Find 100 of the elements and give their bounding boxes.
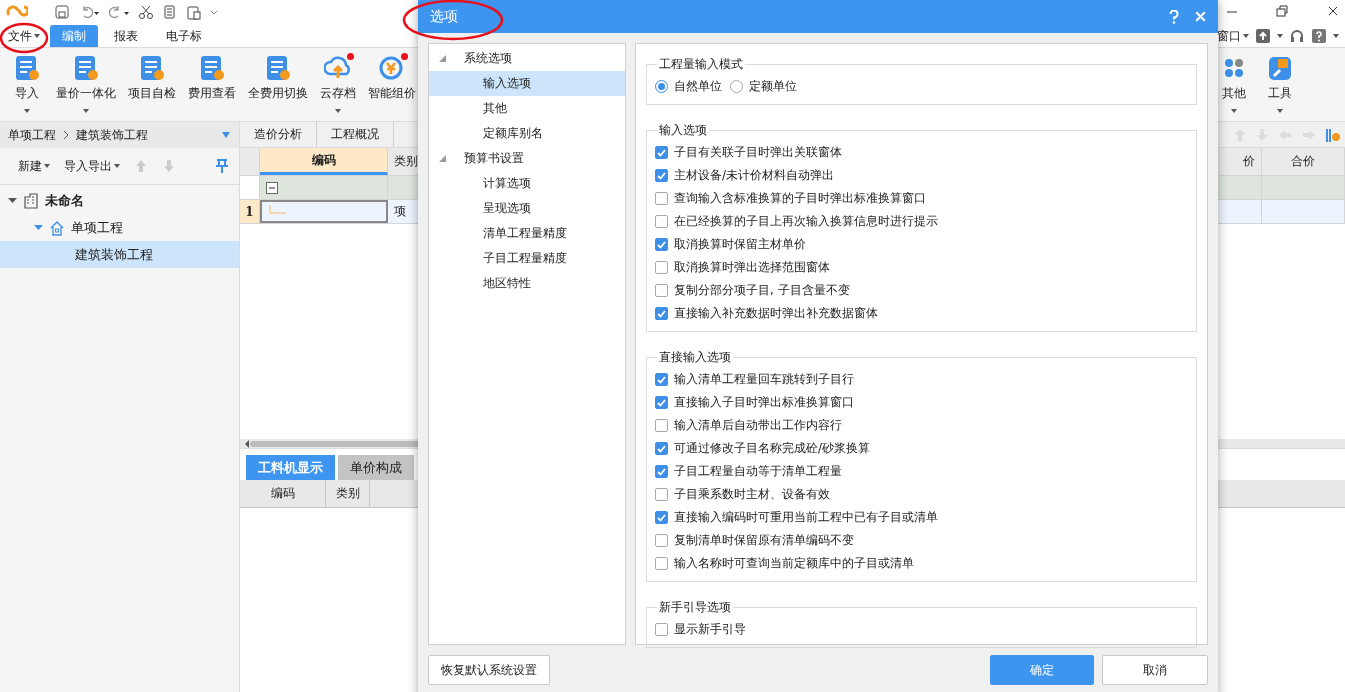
breadcrumb-item[interactable]: 建筑装饰工程 [76,126,148,144]
checkbox[interactable] [655,284,668,297]
checkbox-option[interactable]: 复制分部分项子目, 子目含量不变 [655,279,1188,302]
notification-dot [347,53,354,60]
checkbox-option[interactable]: 子目工程量自动等于清单工程量 [655,460,1188,483]
checkbox-option[interactable]: 输入清单工程量回车跳转到子目行 [655,368,1188,391]
expand-caret-icon[interactable] [8,196,17,205]
content-tab[interactable]: 造价分析 [240,122,317,147]
checkbox[interactable] [655,442,668,455]
checkbox-option[interactable]: 取消换算时保留主材单价 [655,233,1188,256]
checkbox-option[interactable]: 显示新手引导 [655,618,1188,641]
checkbox[interactable] [655,373,668,386]
checkbox-option[interactable]: 可通过修改子目名称完成砼/砂浆换算 [655,437,1188,460]
ribbon-button[interactable]: 云存档 [318,54,358,113]
nav-item[interactable]: 清单工程量精度 [429,221,625,246]
menu-tab[interactable]: 报表 [102,25,150,47]
ribbon-button[interactable]: 费用查看 [186,54,238,113]
checkbox[interactable] [655,396,668,409]
checkbox[interactable] [655,557,668,570]
checkbox[interactable] [655,169,668,182]
building-icon [23,192,39,209]
checkbox-option[interactable]: 直接输入补充数据时弹出补充数据窗体 [655,302,1188,325]
checkbox-option[interactable]: 在已经换算的子目上再次输入换算信息时进行提示 [655,210,1188,233]
checkbox[interactable] [655,623,668,636]
radio-button[interactable] [730,80,743,93]
checkbox[interactable] [655,419,668,432]
nav-item[interactable]: 地区特性 [429,271,625,296]
list-icon [13,54,41,82]
help-icon [1311,28,1327,44]
checkbox[interactable] [655,261,668,274]
tree-item[interactable]: 未命名 [0,187,239,214]
checkbox[interactable] [655,488,668,501]
column-header[interactable]: 合价 [1262,148,1345,175]
checkbox-option[interactable]: 取消换算时弹出选择范围窗体 [655,256,1188,279]
ribbon-button[interactable]: 导入 [8,54,46,113]
checkbox[interactable] [655,511,668,524]
clipboard-icon [186,4,202,20]
radio-option[interactable]: 定额单位 [730,75,797,98]
column-settings-icon [1325,126,1341,143]
expanded-triangle-icon[interactable] [439,55,446,62]
checkbox-option[interactable]: 直接输入子目时弹出标准换算窗口 [655,391,1188,414]
panel-tab[interactable]: 单价构成 [338,455,414,480]
nav-item[interactable]: 预算书设置 [429,146,625,171]
checkbox-option[interactable]: 子目有关联子目时弹出关联窗体 [655,141,1188,164]
nav-item[interactable]: 系统选项 [429,46,625,71]
collapse-box-icon [266,181,278,194]
checkbox[interactable] [655,534,668,547]
scissors-icon [138,4,154,20]
column-header[interactable]: 编码 [260,148,388,175]
document-icon [264,54,292,82]
row-number: 1 [240,200,260,223]
checkbox-option[interactable]: 查询输入含标准换算的子目时弹出标准换算窗口 [655,187,1188,210]
toolbar-button[interactable]: 导入导出 [64,157,120,175]
cancel-button[interactable]: 取消 [1102,655,1208,685]
ribbon-button[interactable]: 项目自检 [126,54,178,113]
nav-item[interactable]: 输入选项 [429,71,625,96]
checkbox-option[interactable]: 输入清单后自动带出工作内容行 [655,414,1188,437]
content-tab[interactable]: 工程概况 [317,122,394,147]
expanded-triangle-icon[interactable] [439,155,446,162]
checkbox[interactable] [655,146,668,159]
redo-icon [108,4,130,20]
checkbox[interactable] [655,307,668,320]
breadcrumb-item[interactable]: 单项工程 [8,126,56,144]
column-header[interactable]: 编码 [240,480,326,507]
scrollbar-thumb[interactable] [250,440,420,447]
checkbox-option[interactable]: 输入名称时可查询当前定额库中的子目或清单 [655,552,1188,575]
help-icon[interactable] [1169,9,1179,24]
checkbox-option[interactable]: 直接输入编码时可重用当前工程中已有子目或清单 [655,506,1188,529]
file-menu[interactable]: 文件 [2,25,46,47]
tree-item[interactable]: 建筑装饰工程 [0,241,239,268]
toolbar-button[interactable]: 新建 [18,157,50,175]
checkbox[interactable] [655,238,668,251]
arrow-up-icon [134,158,148,174]
nav-item[interactable]: 计算选项 [429,171,625,196]
reset-defaults-button[interactable]: 恢复默认系统设置 [428,655,550,685]
ribbon-button[interactable]: 全费用切换 [246,54,310,113]
chevron-down-icon [210,9,218,15]
checkbox[interactable] [655,465,668,478]
ribbon-button[interactable]: 智能组价 [366,54,418,113]
arrow-down-icon [162,158,176,174]
radio-button[interactable] [655,80,668,93]
checkbox-option[interactable]: 主材设备/未计价材料自动弹出 [655,164,1188,187]
column-header[interactable]: 类别 [326,480,370,507]
minimize-icon [1227,11,1237,13]
expand-caret-icon[interactable] [34,223,43,232]
wrench-folder-icon [1266,54,1294,82]
radio-option[interactable]: 自然单位 [655,75,722,98]
close-icon[interactable] [1193,9,1208,24]
checkbox[interactable] [655,215,668,228]
nav-item[interactable]: 其他 [429,96,625,121]
nav-item[interactable]: 定额库别名 [429,121,625,146]
checkbox-option[interactable]: 复制清单时保留原有清单编码不变 [655,529,1188,552]
ribbon-button[interactable]: 量价一体化 [54,54,118,113]
menu-tab[interactable]: 电子标 [154,25,214,47]
house-icon [49,219,65,236]
ribbon-button[interactable]: 工具 [1261,54,1299,113]
tree-item[interactable]: 单项工程 [0,214,239,241]
checkbox[interactable] [655,192,668,205]
checkbox-option[interactable]: 子目乘系数时主材、设备有效 [655,483,1188,506]
nav-item[interactable]: 子目工程量精度 [429,246,625,271]
